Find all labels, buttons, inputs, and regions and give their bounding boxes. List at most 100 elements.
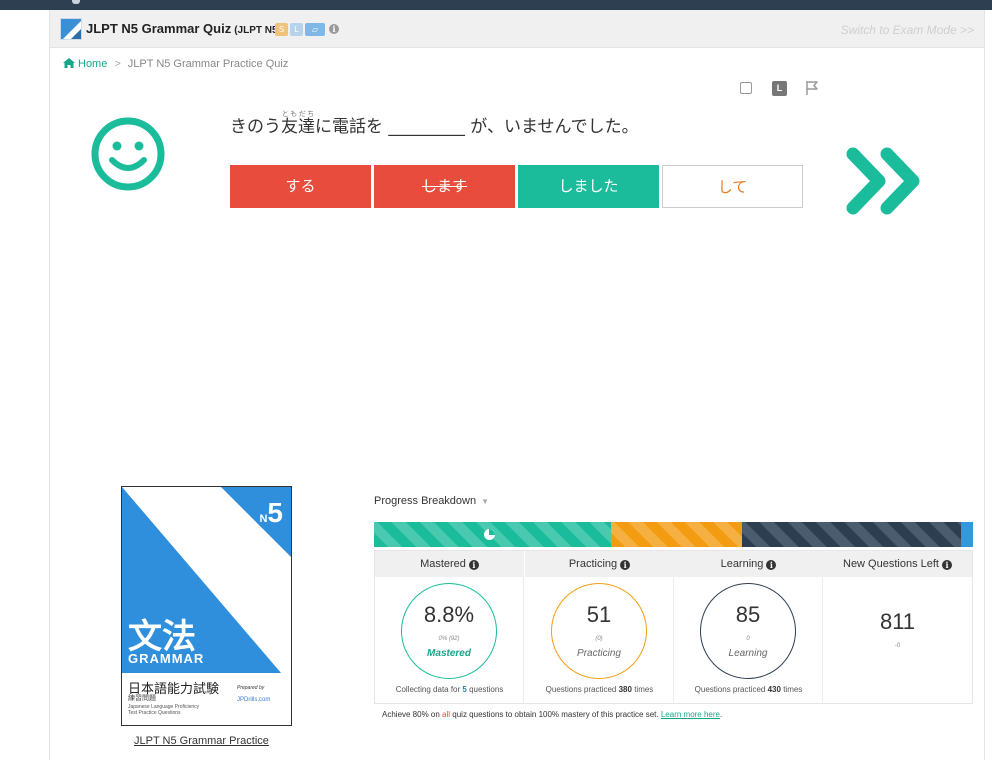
- info-icon[interactable]: i: [329, 24, 339, 34]
- mastered-label: Mastered: [427, 648, 471, 659]
- progress-segment-practicing: [610, 522, 743, 547]
- answer-label-1: する: [285, 177, 316, 195]
- stat-header-new: New Questions Left i: [823, 551, 972, 577]
- mastered-value: 8.8%: [423, 602, 475, 627]
- stat-header-learning-label: Learning: [720, 558, 764, 570]
- learning-foot-pre: Questions practiced: [694, 685, 768, 694]
- home-icon: [63, 58, 75, 68]
- flag-icon[interactable]: [805, 80, 819, 96]
- learn-more-link[interactable]: Learn more here: [661, 710, 720, 719]
- stat-cell-mastered: 8.8% 0% (92) Mastered Collecting data fo…: [375, 577, 524, 703]
- progress-bar: [374, 522, 974, 547]
- progress-segment-new: [961, 522, 974, 547]
- breadcrumb-home-label: Home: [78, 58, 108, 70]
- book-jp-sub: 練習問題: [128, 694, 156, 702]
- practicing-sub: (0): [595, 636, 603, 642]
- answer-label-3: しました: [558, 177, 619, 195]
- stat-header-new-label: New Questions Left: [843, 558, 939, 570]
- caret-down-icon: ▼: [481, 497, 490, 506]
- answer-label-2: します: [421, 177, 467, 195]
- learning-foot-post: times: [780, 685, 803, 694]
- mastery-note-mid: quiz questions to obtain 100% mastery of…: [450, 710, 661, 719]
- stat-cell-new: 811 -0: [823, 577, 972, 703]
- mastery-note-pre: Achieve 80% on: [382, 710, 443, 719]
- practicing-foot: Questions practiced 380 times: [525, 685, 674, 694]
- progress-segment-learning: [742, 522, 962, 547]
- question-after: に電話を _________ が、いませんでした。: [315, 117, 639, 137]
- stat-header-practicing: Practicing i: [525, 551, 674, 577]
- learning-label: Learning: [728, 648, 768, 659]
- learning-sub: 0: [746, 636, 750, 642]
- info-icon[interactable]: i: [620, 560, 631, 570]
- nav-icon[interactable]: [72, 0, 80, 4]
- question-ruby: 友達ともだち: [281, 110, 315, 137]
- practicing-value: 51: [586, 602, 612, 627]
- quiz-frame: JLPT N5 Grammar Quiz (JLPT N5) S L ▱ i Sw…: [49, 10, 985, 760]
- stat-header-learning: Learning i: [674, 551, 823, 577]
- top-nav-bar: [0, 0, 992, 10]
- info-icon[interactable]: i: [942, 560, 952, 570]
- practicing-foot-num: 380: [618, 685, 632, 694]
- badge-card[interactable]: ▱: [305, 23, 325, 36]
- quiz-title: JLPT N5 Grammar Quiz (JLPT N5): [86, 21, 281, 36]
- stat-cell-learning: 85 0 Learning Questions practiced 430 ti…: [674, 577, 823, 703]
- book-cover-image[interactable]: N5 文法 GRAMMAR 日本語能力試験 練習問題 Japanese Lang…: [121, 486, 292, 726]
- answer-button-3[interactable]: しました: [518, 165, 659, 208]
- learning-value: 85: [735, 602, 761, 627]
- breadcrumb-separator: >: [114, 58, 121, 70]
- note-icon[interactable]: [740, 82, 752, 94]
- quiz-title-bar: JLPT N5 Grammar Quiz (JLPT N5) S L ▱ i Sw…: [50, 10, 984, 48]
- progress-segment-mastered: [374, 522, 611, 547]
- answer-button-4[interactable]: して: [662, 165, 803, 208]
- progress-title: Progress Breakdown: [374, 495, 477, 507]
- answer-button-2[interactable]: します: [374, 165, 515, 208]
- mastery-note-all: all: [442, 710, 451, 719]
- quiz-title-text: JLPT N5 Grammar Quiz: [86, 21, 232, 36]
- switch-exam-mode-link[interactable]: Switch to Exam Mode >>: [841, 23, 974, 37]
- pie-chart-icon[interactable]: [484, 529, 495, 540]
- question-furigana: ともだち: [281, 110, 315, 118]
- mastered-foot: Collecting data for 5 questions: [375, 685, 524, 694]
- quiz-subtitle: (JLPT N5): [234, 25, 281, 36]
- stat-header-mastered: Mastered i: [375, 551, 524, 577]
- smiley-icon: [91, 117, 165, 191]
- breadcrumb-current: JLPT N5 Grammar Practice Quiz: [127, 58, 289, 70]
- question-text: きのう友達ともだちに電話を _________ が、いませんでした。: [230, 110, 639, 137]
- book-brand: JPDrills.com: [237, 697, 271, 703]
- quiz-logo-icon: [60, 18, 82, 40]
- progress-breakdown-toggle[interactable]: Progress Breakdown ▼: [374, 495, 489, 507]
- mastered-sub: 0% (92): [438, 636, 460, 642]
- stat-cell-practicing: 51 (0) Practicing Questions practiced 38…: [525, 577, 674, 703]
- badge-s[interactable]: S: [275, 23, 288, 36]
- learning-foot-num: 430: [767, 685, 781, 694]
- practicing-foot-post: times: [631, 685, 654, 694]
- mastery-note: Achieve 80% on all quiz questions to obt…: [382, 710, 722, 719]
- book-link[interactable]: JLPT N5 Grammar Practice: [134, 735, 269, 747]
- badge-l[interactable]: L: [290, 23, 303, 36]
- mastered-foot-post: questions: [466, 685, 504, 694]
- level-badge-button[interactable]: L: [772, 81, 787, 96]
- new-questions-value: 811: [879, 609, 916, 634]
- book-level-number: 5: [267, 497, 283, 528]
- book-en-sub: Japanese Language Proficiency Test Pract…: [128, 704, 200, 716]
- question-before: きのう: [230, 117, 281, 137]
- mastered-foot-pre: Collecting data for: [395, 685, 463, 694]
- question-ruby-base: 友達: [281, 117, 315, 137]
- stat-header-practicing-label: Practicing: [568, 558, 618, 570]
- breadcrumb-home[interactable]: Home: [63, 58, 107, 70]
- info-icon[interactable]: i: [766, 560, 777, 570]
- stat-header-mastered-label: Mastered: [420, 558, 466, 570]
- practicing-ring: 51 (0) Practicing: [551, 583, 647, 679]
- learning-ring: 85 0 Learning: [700, 583, 796, 679]
- practicing-label: Practicing: [577, 648, 621, 659]
- book-prepared-by: Prepared by: [237, 685, 265, 691]
- next-question-icon[interactable]: [845, 146, 931, 216]
- answer-button-1[interactable]: する: [230, 165, 371, 208]
- practicing-foot-pre: Questions practiced: [545, 685, 619, 694]
- mastery-note-end: .: [720, 710, 723, 719]
- learning-foot: Questions practiced 430 times: [674, 685, 823, 694]
- book-level: N5: [259, 497, 283, 529]
- info-icon[interactable]: i: [468, 560, 479, 570]
- new-questions-sub: -0: [894, 643, 901, 649]
- progress-stats-table: Mastered i Practicing i Learning i New Ques…: [374, 550, 973, 704]
